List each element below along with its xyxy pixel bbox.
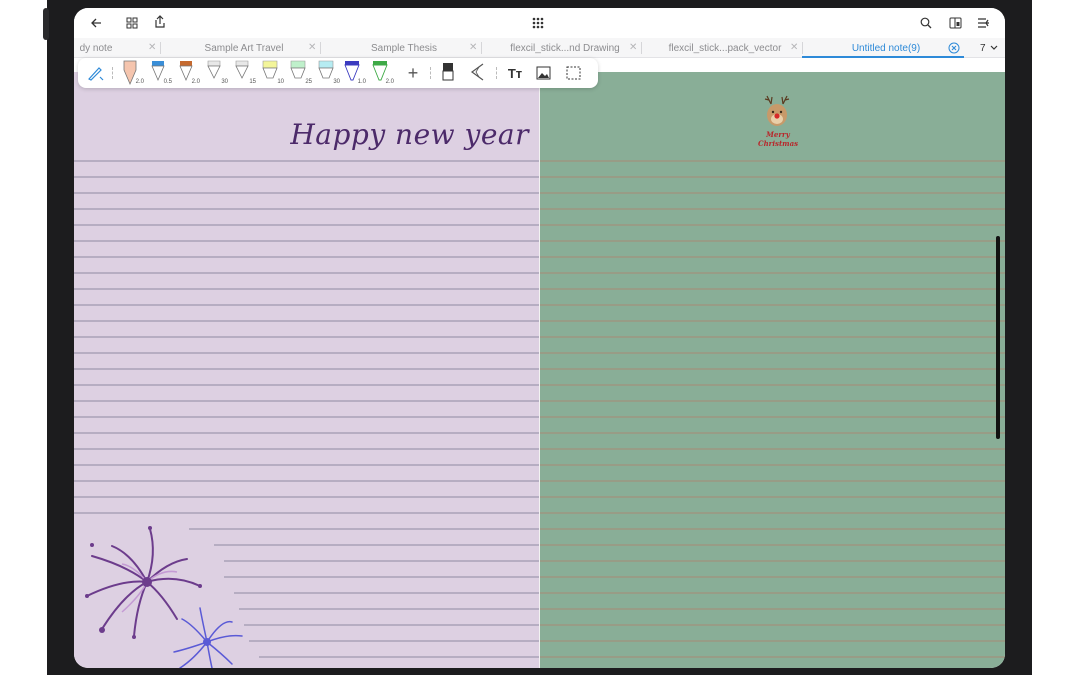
close-icon[interactable]: ✕ [790, 42, 798, 54]
pen-tool-3[interactable]: 2.0 [176, 60, 200, 86]
pen-size: 2.0 [191, 79, 200, 85]
fireworks-illustration [85, 526, 243, 668]
pen-tool-1[interactable]: 2.0 [120, 60, 144, 86]
tab-sample-thesis[interactable]: Sample Thesis [334, 38, 474, 58]
pen-tool-2[interactable]: 0.5 [148, 60, 172, 86]
image-icon[interactable] [534, 64, 552, 82]
pen-size: 30 [333, 79, 340, 85]
pen-size: 1.0 [357, 79, 366, 85]
highlighter-tool-1[interactable]: 10 [260, 60, 284, 86]
active-tab-indicator [802, 56, 964, 58]
pen-size: 10 [277, 79, 284, 85]
device-button [43, 8, 49, 40]
toolbar-separator [112, 67, 113, 79]
close-icon[interactable]: ✕ [629, 42, 637, 54]
tab-flexcil-vector[interactable]: flexcil_stick...pack_vector [655, 38, 795, 58]
split-view-icon[interactable] [947, 15, 963, 31]
close-icon[interactable]: ✕ [148, 42, 156, 54]
back-arrow-icon[interactable] [88, 15, 104, 31]
pen-mode-icon[interactable] [86, 64, 106, 82]
right-page[interactable]: Merry Christmas [540, 72, 1005, 668]
pen-tool-7[interactable]: 2.0 [370, 60, 394, 86]
pen-tool-4[interactable]: 30 [204, 60, 228, 86]
highlighter-tool-2[interactable]: 25 [288, 60, 312, 86]
tab-count-dropdown[interactable]: 7 [980, 38, 998, 58]
tab-study-note[interactable]: dy note [74, 38, 118, 58]
app-screen: dy note ✕ Sample Art Travel ✕ Sample The… [74, 8, 1005, 668]
tab-separator [802, 42, 803, 54]
tab-separator [641, 42, 642, 54]
sticker-text-line1: Merry [766, 130, 790, 139]
pen-size: 25 [305, 79, 312, 85]
scrollbar[interactable] [996, 236, 1000, 439]
merry-christmas-sticker: Merry Christmas [758, 130, 798, 148]
text-tool-icon[interactable]: Tт [506, 64, 524, 82]
pen-size: 0.5 [163, 79, 172, 85]
toolbar-separator [496, 67, 497, 79]
reindeer-sticker[interactable] [762, 94, 792, 130]
pen-toolbar: 2.0 0.5 2.0 30 15 10 25 30 1.0 2.0 + Tт [78, 58, 598, 88]
add-pen-icon[interactable]: + [404, 63, 422, 83]
ruled-lines [540, 160, 1005, 658]
highlighter-tool-3[interactable]: 30 [316, 60, 340, 86]
sticker-text-line2: Christmas [758, 139, 799, 148]
tab-flexcil-drawing[interactable]: flexcil_stick...nd Drawing [495, 38, 635, 58]
document-tabs: dy note ✕ Sample Art Travel ✕ Sample The… [74, 38, 1005, 58]
close-icon[interactable]: ✕ [308, 42, 316, 54]
search-icon[interactable] [918, 15, 934, 31]
toolbar-separator [430, 67, 431, 79]
pen-size: 2.0 [135, 79, 144, 85]
pen-tool-5[interactable]: 15 [232, 60, 256, 86]
lasso-icon[interactable] [468, 61, 486, 83]
apps-dots-icon[interactable] [530, 15, 546, 31]
selection-icon[interactable] [564, 64, 582, 82]
tab-count: 7 [980, 42, 986, 54]
tab-separator [160, 42, 161, 54]
grid-icon[interactable] [124, 15, 140, 31]
pen-size: 2.0 [385, 79, 394, 85]
page-title: Happy new year [290, 118, 529, 151]
tab-separator [320, 42, 321, 54]
top-toolbar [74, 8, 1005, 38]
close-icon[interactable]: ✕ [469, 42, 477, 54]
left-page[interactable]: Happy new year [74, 72, 539, 668]
pen-size: 15 [249, 79, 256, 85]
pen-size: 30 [221, 79, 228, 85]
close-circle-icon[interactable] [947, 41, 960, 54]
share-icon[interactable] [152, 14, 168, 30]
tab-sample-art-travel[interactable]: Sample Art Travel [174, 38, 314, 58]
tab-separator [481, 42, 482, 54]
chevron-down-icon [990, 45, 997, 50]
menu-icon[interactable] [975, 15, 991, 31]
eraser-icon[interactable] [440, 61, 456, 83]
tab-untitled-note[interactable]: Untitled note(9) [816, 38, 956, 58]
pen-tool-6[interactable]: 1.0 [342, 60, 366, 86]
